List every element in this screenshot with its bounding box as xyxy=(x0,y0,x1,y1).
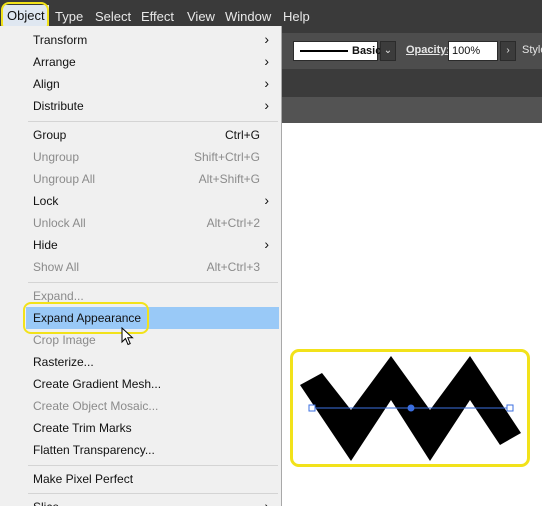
menu-item-shortcut: Alt+Shift+G xyxy=(198,172,260,186)
chevron-right-icon: › xyxy=(264,31,269,47)
chevron-right-icon: › xyxy=(264,192,269,208)
menu-item-label: Flatten Transparency... xyxy=(33,443,155,457)
menu-item-label: Create Gradient Mesh... xyxy=(33,377,162,391)
menu-item-label: Ungroup xyxy=(33,150,80,164)
chevron-right-icon: › xyxy=(264,498,269,506)
menu-item-unlock-all[interactable]: Unlock All Alt+Ctrl+2 xyxy=(0,212,281,234)
menu-item-show-all[interactable]: Show All Alt+Ctrl+3 xyxy=(0,256,281,278)
stroke-style-picker[interactable]: Basic xyxy=(293,41,382,61)
menu-effect[interactable]: Effect xyxy=(141,9,174,25)
ruler-area xyxy=(282,97,542,123)
menu-item-label: Create Trim Marks xyxy=(33,421,132,435)
menu-item-label: Rasterize... xyxy=(33,355,94,369)
stroke-style-label: Basic xyxy=(352,45,382,57)
opacity-field[interactable]: 100% xyxy=(448,41,498,61)
menu-item-label: Create Object Mosaic... xyxy=(33,399,159,413)
menu-item-transform[interactable]: Transform › xyxy=(0,29,281,51)
menu-separator xyxy=(28,493,278,494)
menu-help[interactable]: Help xyxy=(283,9,310,25)
menu-item-shortcut: Alt+Ctrl+3 xyxy=(206,260,260,274)
menu-item-ungroup[interactable]: Ungroup Shift+Ctrl+G xyxy=(0,146,281,168)
menu-separator xyxy=(28,121,278,122)
chevron-right-icon: › xyxy=(264,236,269,252)
styles-label: Style xyxy=(522,44,542,56)
menu-item-label: Transform xyxy=(33,33,88,47)
menu-item-make-pixel-perfect[interactable]: Make Pixel Perfect xyxy=(0,468,281,490)
menu-separator xyxy=(28,282,278,283)
menu-view[interactable]: View xyxy=(187,9,215,25)
menu-item-label: Slice xyxy=(33,496,59,506)
stroke-preview-line xyxy=(300,50,348,52)
menu-item-create-object-mosaic[interactable]: Create Object Mosaic... xyxy=(0,395,281,417)
menu-item-label: Ungroup All xyxy=(33,172,96,186)
menu-item-label: Arrange xyxy=(33,55,76,69)
opacity-label[interactable]: Opacity: xyxy=(406,44,450,56)
menu-item-shortcut: Alt+Ctrl+2 xyxy=(206,216,260,230)
chevron-down-icon: ⌄ xyxy=(383,45,393,56)
menu-type[interactable]: Type xyxy=(55,9,83,25)
menu-separator xyxy=(28,465,278,466)
opacity-dropdown-button[interactable]: › xyxy=(500,41,516,61)
object-dropdown-menu: Transform › Arrange › Align › Distribute… xyxy=(0,26,282,506)
menu-item-label: Hide xyxy=(33,238,58,252)
menu-item-label: Align xyxy=(33,77,60,91)
menu-item-hide[interactable]: Hide › xyxy=(0,234,281,256)
menu-item-label: Show All xyxy=(33,260,80,274)
control-bar: Basic ⌄ Opacity: 100% › Style xyxy=(282,33,542,69)
menu-item-shortcut: Ctrl+G xyxy=(224,128,260,142)
stroke-style-dropdown-button[interactable]: ⌄ xyxy=(380,41,396,61)
menu-item-distribute[interactable]: Distribute › xyxy=(0,95,281,117)
menu-item-align[interactable]: Align › xyxy=(0,73,281,95)
chevron-right-icon: › xyxy=(264,53,269,69)
menu-item-create-trim-marks[interactable]: Create Trim Marks xyxy=(0,417,281,439)
menu-item-shortcut: Shift+Ctrl+G xyxy=(193,150,260,164)
chevron-right-icon: › xyxy=(506,45,510,56)
menu-item-label: Unlock All xyxy=(33,216,86,230)
menu-window[interactable]: Window xyxy=(225,9,271,25)
menu-item-slice[interactable]: Slice › xyxy=(0,496,281,506)
menu-item-ungroup-all[interactable]: Ungroup All Alt+Shift+G xyxy=(0,168,281,190)
menu-item-label: Lock xyxy=(33,194,59,208)
menu-item-create-gradient-mesh[interactable]: Create Gradient Mesh... xyxy=(0,373,281,395)
menu-item-label: Group xyxy=(33,128,67,142)
artwork-highlight xyxy=(290,349,530,467)
chevron-right-icon: › xyxy=(264,75,269,91)
menu-object[interactable]: Object xyxy=(3,5,49,27)
menu-item-lock[interactable]: Lock › xyxy=(0,190,281,212)
menu-select[interactable]: Select xyxy=(95,9,131,25)
menu-item-label: Distribute xyxy=(33,99,84,113)
menu-item-label: Make Pixel Perfect xyxy=(33,472,134,486)
menu-item-arrange[interactable]: Arrange › xyxy=(0,51,281,73)
mouse-pointer-icon xyxy=(121,327,134,346)
menu-item-group[interactable]: Group Ctrl+G xyxy=(0,124,281,146)
document-tab-bar xyxy=(282,69,542,97)
menu-item-flatten-transparency[interactable]: Flatten Transparency... xyxy=(0,439,281,461)
menu-item-rasterize[interactable]: Rasterize... xyxy=(0,351,281,373)
chevron-right-icon: › xyxy=(264,97,269,113)
